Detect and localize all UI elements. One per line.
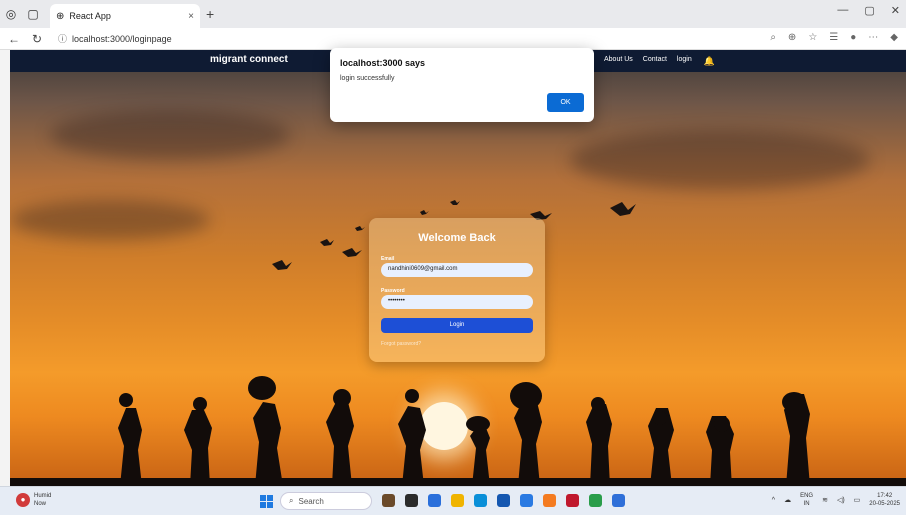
window-controls: — ▢ ✕ (837, 4, 900, 17)
url-text: localhost:3000/loginpage (72, 33, 172, 44)
taskbar-app-icon[interactable] (589, 494, 602, 507)
lang-bottom: IN (803, 501, 810, 507)
tab-actions-icon[interactable]: ▢ (22, 3, 44, 25)
taskbar-app-icon[interactable] (474, 494, 487, 507)
weather-icon: ● (16, 493, 30, 507)
taskbar-app-icon[interactable] (451, 494, 464, 507)
login-card: Welcome Back Email nandhini0609@gmail.co… (369, 218, 545, 362)
search-label: Search (298, 496, 324, 506)
taskbar-app-icon[interactable] (428, 494, 441, 507)
browser-tab[interactable]: ⊕ React App × (50, 4, 200, 28)
system-tray: ^ ☁ ENG IN ≋ ◁) ▭ 17:42 20-05-2025 (772, 492, 900, 508)
ok-button[interactable]: OK (547, 93, 584, 112)
profile-icon[interactable]: ● (850, 32, 856, 43)
taskbar-app-icon[interactable] (543, 494, 556, 507)
alert-dialog: localhost:3000 says login successfully O… (330, 48, 594, 122)
address-bar: ← ↻ ⓘ localhost:3000/loginpage ⌕ ⊕ ☆ ☰ ●… (0, 28, 906, 50)
more-icon[interactable]: ⋯ (868, 32, 878, 43)
clock[interactable]: 17:42 20-05-2025 (869, 492, 900, 508)
search-page-icon[interactable]: ⌕ (770, 32, 776, 43)
refresh-icon[interactable]: ↻ (32, 32, 48, 46)
taskbar: ● Humid Now ⌕ Search ^ ☁ ENG IN ≋ ◁) ▭ 1… (0, 486, 906, 515)
copilot-icon[interactable]: ◆ (890, 32, 898, 43)
clock-time: 17:42 (877, 493, 893, 499)
weather-sub: Now (34, 501, 47, 507)
zoom-icon[interactable]: ⊕ (788, 32, 796, 43)
close-window-icon[interactable]: ✕ (891, 4, 900, 17)
email-field[interactable]: nandhini0609@gmail.com (381, 263, 533, 277)
start-button[interactable] (260, 495, 273, 508)
tab-close-icon[interactable]: × (188, 11, 194, 22)
new-tab-button[interactable]: + (206, 6, 214, 22)
language-indicator[interactable]: ENG IN (800, 492, 813, 508)
favorite-icon[interactable]: ☆ (808, 32, 817, 43)
taskbar-apps (382, 494, 625, 507)
cloud-icon[interactable]: ☁ (784, 496, 791, 504)
taskbar-app-icon[interactable] (520, 494, 533, 507)
alert-message: login successfully (340, 75, 395, 82)
login-button[interactable]: Login (381, 318, 533, 333)
lang-top: ENG (800, 493, 814, 499)
volume-icon[interactable]: ◁) (837, 496, 845, 504)
site-info-icon[interactable]: ⓘ (58, 32, 67, 45)
password-label: Password (381, 288, 405, 294)
email-label: Email (381, 256, 395, 262)
weather-title: Humid (34, 493, 52, 499)
taskbar-app-icon[interactable] (497, 494, 510, 507)
taskbar-search[interactable]: ⌕ Search (280, 492, 372, 510)
workspaces-icon[interactable]: ◎ (0, 3, 22, 25)
taskbar-app-icon[interactable] (566, 494, 579, 507)
tab-title: React App (69, 11, 111, 21)
chevron-up-icon[interactable]: ^ (772, 497, 775, 504)
browser-toolbar: ⌕ ⊕ ☆ ☰ ● ⋯ ◆ (770, 32, 898, 43)
wifi-icon[interactable]: ≋ (822, 496, 828, 504)
alert-title: localhost:3000 says (340, 58, 426, 68)
clock-date: 20-05-2025 (869, 501, 900, 507)
search-icon: ⌕ (289, 496, 294, 505)
weather-widget[interactable]: ● Humid Now (16, 492, 51, 508)
url-field[interactable]: ⓘ localhost:3000/loginpage (58, 32, 172, 45)
taskbar-app-icon[interactable] (382, 494, 395, 507)
favorites-icon[interactable]: ☰ (829, 32, 838, 43)
back-icon[interactable]: ← (8, 32, 24, 46)
taskbar-app-icon[interactable] (405, 494, 418, 507)
minimize-icon[interactable]: — (837, 4, 848, 17)
forgot-password-link[interactable]: Forgot password? (381, 341, 421, 347)
globe-icon: ⊕ (56, 10, 65, 22)
maximize-icon[interactable]: ▢ (864, 4, 874, 17)
password-field[interactable]: •••••••• (381, 295, 533, 309)
battery-icon[interactable]: ▭ (854, 496, 861, 504)
login-title: Welcome Back (418, 232, 496, 244)
browser-tab-bar: ◎ ▢ ⊕ React App × + — ▢ ✕ (0, 0, 906, 28)
taskbar-app-icon[interactable] (612, 494, 625, 507)
